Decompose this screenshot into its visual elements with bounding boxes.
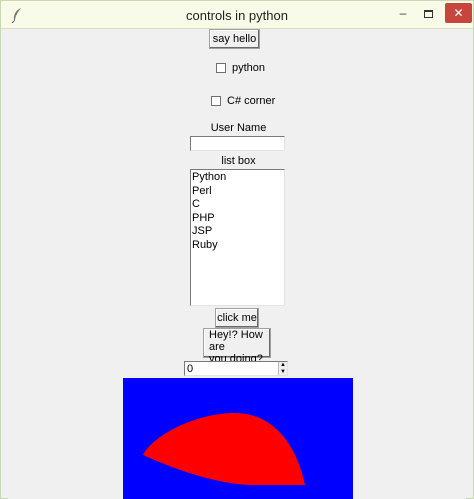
user-name-label: User Name (210, 122, 267, 134)
maximize-button[interactable] (418, 4, 438, 22)
number-spinbox[interactable]: 0 ▲ ▼ (184, 361, 288, 376)
app-window: controls in python – ✕ say hello python … (0, 0, 474, 499)
greeting-message-line1: Hey!? How are (209, 329, 263, 353)
python-checkbox-label: python (232, 62, 266, 74)
listbox-item[interactable]: PHP (192, 212, 284, 226)
listbox-item[interactable]: C (192, 198, 284, 212)
python-checkbox[interactable] (216, 63, 226, 73)
spin-up-arrow-icon[interactable]: ▲ (279, 362, 287, 369)
canvas-drawing (143, 412, 305, 485)
red-arc-shape (143, 412, 305, 485)
list-box-label: list box (221, 155, 256, 167)
spin-down-arrow-icon[interactable]: ▼ (279, 369, 287, 376)
click-me-button[interactable]: click me (215, 308, 259, 328)
csharp-checkbox-label: C# corner (227, 95, 276, 107)
client-area: say hello python C# corner User Name lis… (8, 29, 466, 499)
python-checkbox-row[interactable]: python (216, 62, 265, 74)
drawing-canvas[interactable] (123, 378, 353, 499)
csharp-checkbox-row[interactable]: C# corner (211, 95, 275, 107)
spinbox-arrows: ▲ ▼ (278, 362, 287, 375)
close-button[interactable]: ✕ (445, 3, 472, 23)
listbox-item[interactable]: JSP (192, 225, 284, 239)
listbox-item[interactable]: Python (192, 171, 284, 185)
language-listbox[interactable]: Python Perl C PHP JSP Ruby (190, 169, 285, 306)
user-name-input[interactable] (190, 136, 285, 151)
minimize-button[interactable]: – (393, 4, 413, 22)
spinbox-value[interactable]: 0 (187, 363, 193, 375)
greeting-message-button[interactable]: Hey!? How are you doing? (203, 328, 271, 365)
maximize-icon (423, 9, 433, 18)
say-hello-button[interactable]: say hello (209, 29, 260, 49)
csharp-checkbox[interactable] (211, 96, 221, 106)
title-bar[interactable]: controls in python – ✕ (1, 1, 473, 29)
listbox-item[interactable]: Perl (192, 185, 284, 199)
listbox-item[interactable]: Ruby (192, 239, 284, 253)
